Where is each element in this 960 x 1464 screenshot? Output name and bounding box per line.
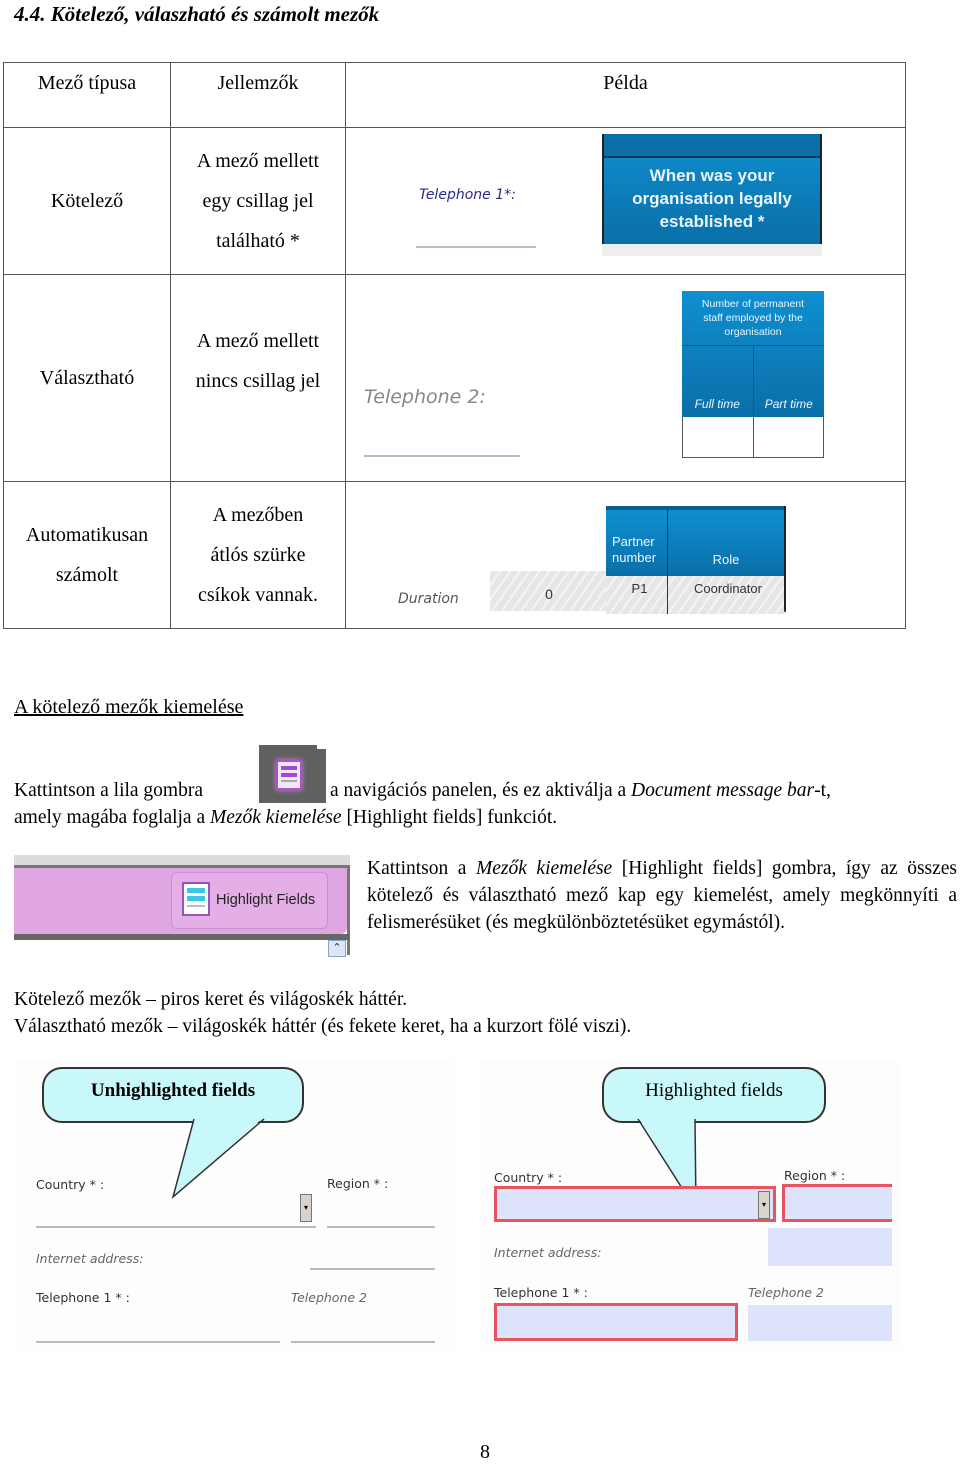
telephone-1-label: Telephone 1 * : (494, 1285, 588, 1300)
duration-label: Duration (398, 591, 459, 607)
desc-cell: A mezőben átlós szürke csíkok vannak. (170, 481, 346, 629)
sub-header: Part time (764, 397, 813, 411)
header-example: Példa (345, 62, 906, 128)
country-dropdown-button[interactable]: ▾ (300, 1194, 312, 1222)
telephone-1-field[interactable] (416, 246, 536, 248)
page-number: 8 (480, 1441, 490, 1463)
telephone-1-field[interactable] (494, 1303, 738, 1341)
desc-line: egy csillag jel (202, 190, 314, 212)
example-cell: Telephone 1*: When was your organisation… (345, 127, 906, 275)
type-cell: Választható (3, 274, 171, 482)
example-cell: Telephone 2: Number of permanent staff e… (345, 274, 906, 482)
highlighted-form-screenshot: Highlighted fields Country * : ▾ Region … (480, 1060, 900, 1350)
region-field[interactable] (327, 1226, 435, 1228)
field-types-table: Mező típusa Jellemzők Példa Kötelező A m… (3, 62, 906, 629)
table-header-row: Mező típusa Jellemzők Példa (3, 62, 906, 128)
full-time-input[interactable] (683, 417, 754, 457)
rule-required: Kötelező mezők – piros keret és világosk… (14, 989, 408, 1010)
header-line: Number of permanent (701, 298, 805, 310)
desc-cell: A mező mellett egy csillag jel található… (170, 127, 346, 275)
type-cell: Automatikusan számolt (3, 481, 171, 629)
paragraph-1-line-1b: a navigációs panelen, és ez aktiválja a … (330, 780, 831, 801)
region-field[interactable] (782, 1184, 892, 1222)
desc-line: A mező mellett (196, 150, 320, 172)
section-title: 4.4. Kötelező, válaszható és számolt mez… (14, 2, 380, 26)
header-line: staff employed by the (703, 312, 803, 324)
telephone-2-label: Telephone 2 (748, 1285, 824, 1300)
telephone-1-label: Telephone 1 * : (36, 1290, 130, 1305)
rule-optional: Választható mezők – világoskék háttér (é… (14, 1016, 632, 1037)
highlight-nav-button[interactable] (259, 745, 326, 803)
region-label: Region * : (327, 1176, 389, 1191)
internet-address-field[interactable] (310, 1268, 435, 1270)
partner-table: Partner number Role P1 Coordinator (606, 506, 786, 614)
header-line: When was your (649, 166, 775, 185)
document-message-bar-screenshot: Highlight Fields ⌃ (14, 855, 350, 957)
header-line: established * (659, 212, 765, 231)
internet-address-field[interactable] (768, 1228, 892, 1266)
desc-line: csíkok vannak. (198, 584, 318, 606)
desc-cell: A mező mellett nincs csillag jel (170, 274, 346, 482)
telephone-1-field[interactable] (36, 1341, 280, 1343)
region-label: Region * : (784, 1168, 846, 1183)
role-cell: Coordinator (668, 576, 784, 614)
highlight-heading: A kötelező mezők kiemelése (14, 696, 244, 718)
required-header-cell: When was your organisation legally estab… (602, 134, 822, 244)
country-dropdown-button[interactable]: ▾ (758, 1191, 770, 1219)
header-line: organisation legally (632, 189, 792, 208)
country-label: Country * : (36, 1177, 105, 1192)
balloon-pointer (171, 1117, 265, 1200)
optional-header-cell: Number of permanent staff employed by th… (682, 291, 824, 417)
desc-line: nincs csillag jel (195, 370, 321, 392)
country-field[interactable] (494, 1186, 776, 1222)
desc-line: található * (216, 230, 300, 252)
telephone-2-label: Telephone 2: (364, 386, 486, 408)
country-field[interactable] (36, 1226, 316, 1228)
sub-header: Full time (682, 346, 754, 417)
role-header: Role (712, 552, 740, 567)
header-line: organisation (724, 326, 782, 338)
country-label: Country * : (494, 1170, 563, 1185)
telephone-2-field[interactable] (291, 1341, 435, 1343)
internet-address-label: Internet address: (494, 1245, 602, 1260)
telephone-1-label: Telephone 1*: (419, 187, 516, 203)
partner-number-header: Partner number (606, 510, 668, 576)
telephone-2-label: Telephone 2 (291, 1290, 367, 1305)
highlight-fields-icon (182, 882, 210, 916)
type-cell: Kötelező (3, 127, 171, 275)
table-row: Kötelező A mező mellett egy csillag jel … (3, 127, 906, 275)
header-desc: Jellemzők (170, 62, 346, 128)
paragraph-1-line-2: amely magába foglalja a Mezők kiemelése … (14, 807, 558, 828)
type-line: Automatikusan (25, 524, 149, 546)
highlight-fields-button[interactable]: Highlight Fields (171, 872, 328, 929)
partner-number-cell: P1 (606, 576, 668, 614)
highlight-fields-icon (276, 760, 302, 790)
table-row: Választható A mező mellett nincs csillag… (3, 274, 906, 482)
duration-field: 0 (490, 571, 608, 611)
highlight-fields-label: Highlight Fields (216, 892, 316, 908)
desc-line: A mezőben (212, 504, 304, 526)
type-line: számolt (55, 564, 119, 586)
unhighlighted-form-screenshot: Unhighlighted fields Country * : ▾ Regio… (14, 1060, 454, 1350)
telephone-2-field[interactable] (748, 1305, 892, 1341)
paragraph-1-line-1: Kattintson a lila gombra (14, 780, 204, 801)
desc-line: A mező mellett (196, 330, 320, 352)
telephone-2-field[interactable] (364, 455, 520, 457)
paragraph-2: Kattintson a Mezők kiemelése [Highlight … (367, 858, 958, 933)
scroll-up-button[interactable]: ⌃ (328, 940, 346, 957)
example-cell: Duration 0 Partner number Role P1 Coordi… (345, 481, 906, 629)
internet-address-label: Internet address: (36, 1251, 144, 1266)
desc-line: átlós szürke (210, 544, 306, 566)
table-row: Automatikusan számolt A mezőben átlós sz… (3, 481, 906, 629)
part-time-input[interactable] (754, 417, 824, 457)
header-type: Mező típusa (3, 62, 171, 128)
